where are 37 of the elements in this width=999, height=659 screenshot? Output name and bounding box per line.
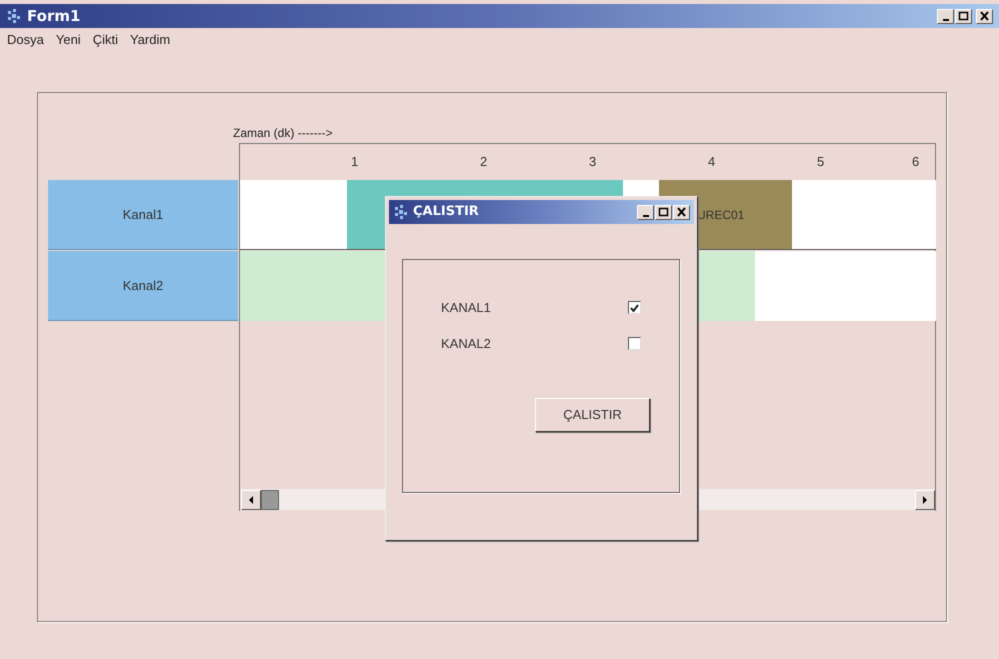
maximize-button[interactable]: [955, 8, 972, 24]
minimize-button[interactable]: [937, 8, 954, 24]
minimize-button[interactable]: [637, 204, 654, 220]
scroll-left-button[interactable]: [241, 490, 261, 510]
maximize-icon: [956, 9, 971, 23]
checkbox[interactable]: [628, 301, 641, 314]
run-button[interactable]: ÇALISTIR: [535, 398, 650, 432]
tick-label: 2: [480, 153, 488, 171]
tick-label: 4: [708, 153, 716, 171]
scroll-thumb[interactable]: [261, 490, 279, 510]
minimize-icon: [942, 19, 948, 21]
menu-item[interactable]: Yardim: [128, 30, 172, 50]
option-label: KANAL1: [441, 299, 491, 317]
right-arrow-icon: [922, 496, 928, 504]
option-label: KANAL2: [441, 335, 491, 353]
tick-label: 6: [912, 153, 920, 171]
left-arrow-icon: [248, 496, 254, 504]
checkbox[interactable]: [628, 337, 641, 350]
tick-label: 1: [351, 153, 358, 171]
menu-item[interactable]: Dosya: [6, 30, 45, 50]
app-icon: [6, 8, 22, 24]
dialog-title: ÇALISTIR: [413, 203, 479, 222]
scroll-right-button[interactable]: [915, 490, 935, 510]
channel-label: Kanal1: [48, 180, 238, 250]
menu-item[interactable]: Yeni: [54, 30, 82, 50]
tick-label: 3: [589, 153, 596, 171]
channel-label: Kanal2: [48, 251, 238, 321]
menu-item[interactable]: Çikti: [92, 30, 119, 50]
app-icon: [393, 204, 409, 220]
window-title: Form1: [27, 6, 80, 27]
minimize-icon: [642, 215, 648, 217]
maximize-icon: [656, 205, 671, 219]
axis-label: Zaman (dk) ------->: [233, 125, 333, 142]
tick-label: 5: [817, 153, 824, 171]
close-button[interactable]: [976, 8, 993, 24]
maximize-button[interactable]: [655, 204, 672, 220]
close-button[interactable]: [673, 204, 690, 220]
